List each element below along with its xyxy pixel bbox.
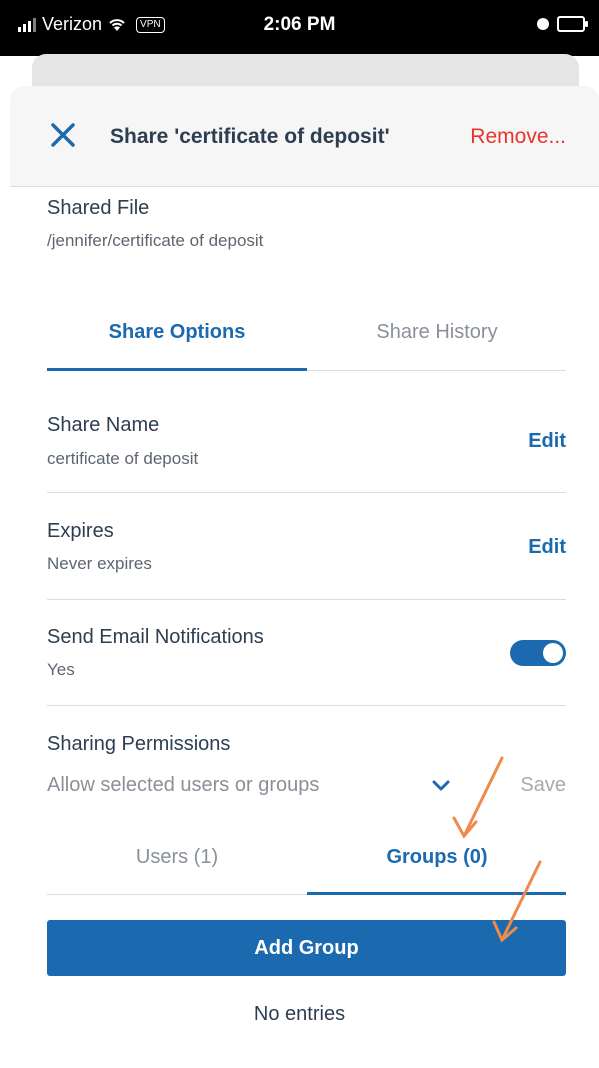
- tab-share-history[interactable]: Share History: [307, 321, 567, 344]
- shared-file-label: Shared File: [47, 197, 150, 219]
- empty-state: No entries: [253, 1003, 346, 1025]
- expires-value: Never expires: [47, 554, 152, 573]
- battery-icon: [557, 16, 588, 32]
- sharing-permissions-label: Sharing Permissions: [47, 733, 231, 755]
- share-name-edit-button[interactable]: Edit: [528, 430, 566, 453]
- chevron-down-icon[interactable]: [432, 780, 450, 792]
- status-bar: Verizon VPN 2:06 PM: [0, 0, 599, 56]
- divider: [47, 599, 566, 600]
- remove-button[interactable]: Remove...: [470, 125, 566, 149]
- alarm-icon: [537, 18, 549, 30]
- divider: [47, 492, 566, 493]
- email-notifications-toggle[interactable]: [510, 640, 566, 666]
- status-time: 2:06 PM: [263, 14, 336, 35]
- expires-label: Expires: [47, 520, 114, 542]
- page-title: Share 'certificate of deposit': [110, 125, 390, 148]
- shared-file-path: /jennifer/certificate of deposit: [47, 231, 264, 250]
- email-notifications-value: Yes: [47, 660, 75, 679]
- active-subtab-indicator: [307, 892, 566, 895]
- email-notifications-label: Send Email Notifications: [47, 626, 264, 648]
- tab-users[interactable]: Users (1): [47, 846, 307, 869]
- status-right: [537, 16, 588, 32]
- share-name-value: certificate of deposit: [47, 449, 199, 468]
- tab-groups[interactable]: Groups (0): [307, 846, 567, 869]
- divider: [47, 705, 566, 706]
- share-name-label: Share Name: [47, 414, 160, 436]
- permissions-dropdown[interactable]: Allow selected users or groups: [47, 774, 319, 797]
- tab-share-options[interactable]: Share Options: [47, 321, 307, 344]
- save-button[interactable]: Save: [520, 774, 566, 797]
- annotation-arrow-icon: [452, 756, 504, 839]
- add-group-button[interactable]: Add Group: [47, 920, 566, 976]
- expires-edit-button[interactable]: Edit: [528, 536, 566, 559]
- active-tab-indicator: [47, 368, 307, 371]
- close-icon[interactable]: [48, 120, 78, 150]
